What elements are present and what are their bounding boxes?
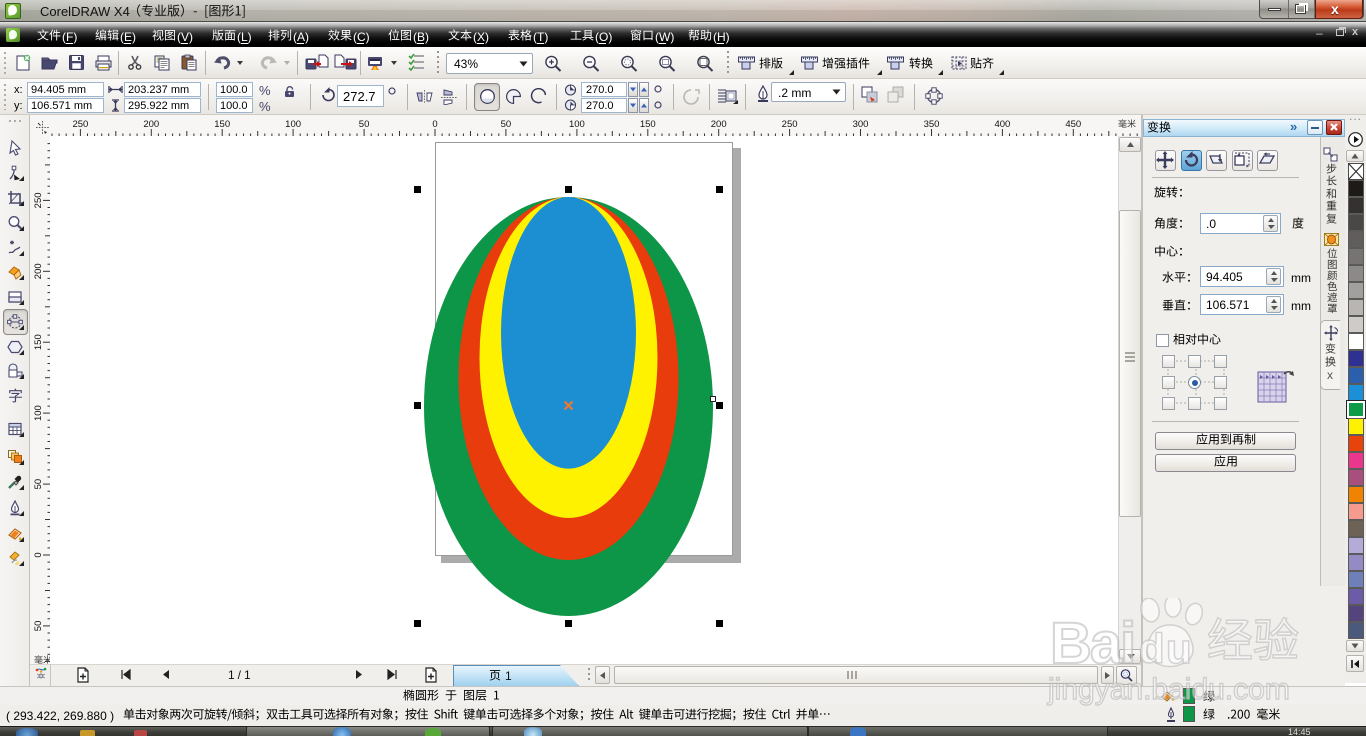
- svg-text:100: 100: [569, 119, 585, 130]
- svg-text:d: d: [1139, 625, 1165, 672]
- svg-text:200: 200: [711, 119, 727, 130]
- svg-text:450: 450: [1065, 119, 1081, 130]
- svg-text:200: 200: [33, 263, 44, 279]
- svg-text:150: 150: [33, 334, 44, 350]
- svg-text:50: 50: [501, 119, 512, 130]
- svg-text:50: 50: [359, 119, 370, 130]
- svg-text:50: 50: [33, 479, 44, 490]
- svg-text:350: 350: [924, 119, 940, 130]
- svg-text:250: 250: [72, 119, 88, 130]
- svg-text:0: 0: [33, 552, 44, 557]
- svg-text:0: 0: [432, 119, 437, 130]
- svg-text:150: 150: [640, 119, 656, 130]
- svg-text:u: u: [1166, 625, 1192, 672]
- svg-text:200: 200: [143, 119, 159, 130]
- svg-text:100: 100: [33, 405, 44, 421]
- svg-text:400: 400: [994, 119, 1010, 130]
- svg-text:100: 100: [285, 119, 301, 130]
- svg-text:150: 150: [214, 119, 230, 130]
- svg-text:250: 250: [33, 192, 44, 208]
- svg-text:300: 300: [853, 119, 869, 130]
- svg-text:250: 250: [782, 119, 798, 130]
- svg-text:50: 50: [33, 621, 44, 632]
